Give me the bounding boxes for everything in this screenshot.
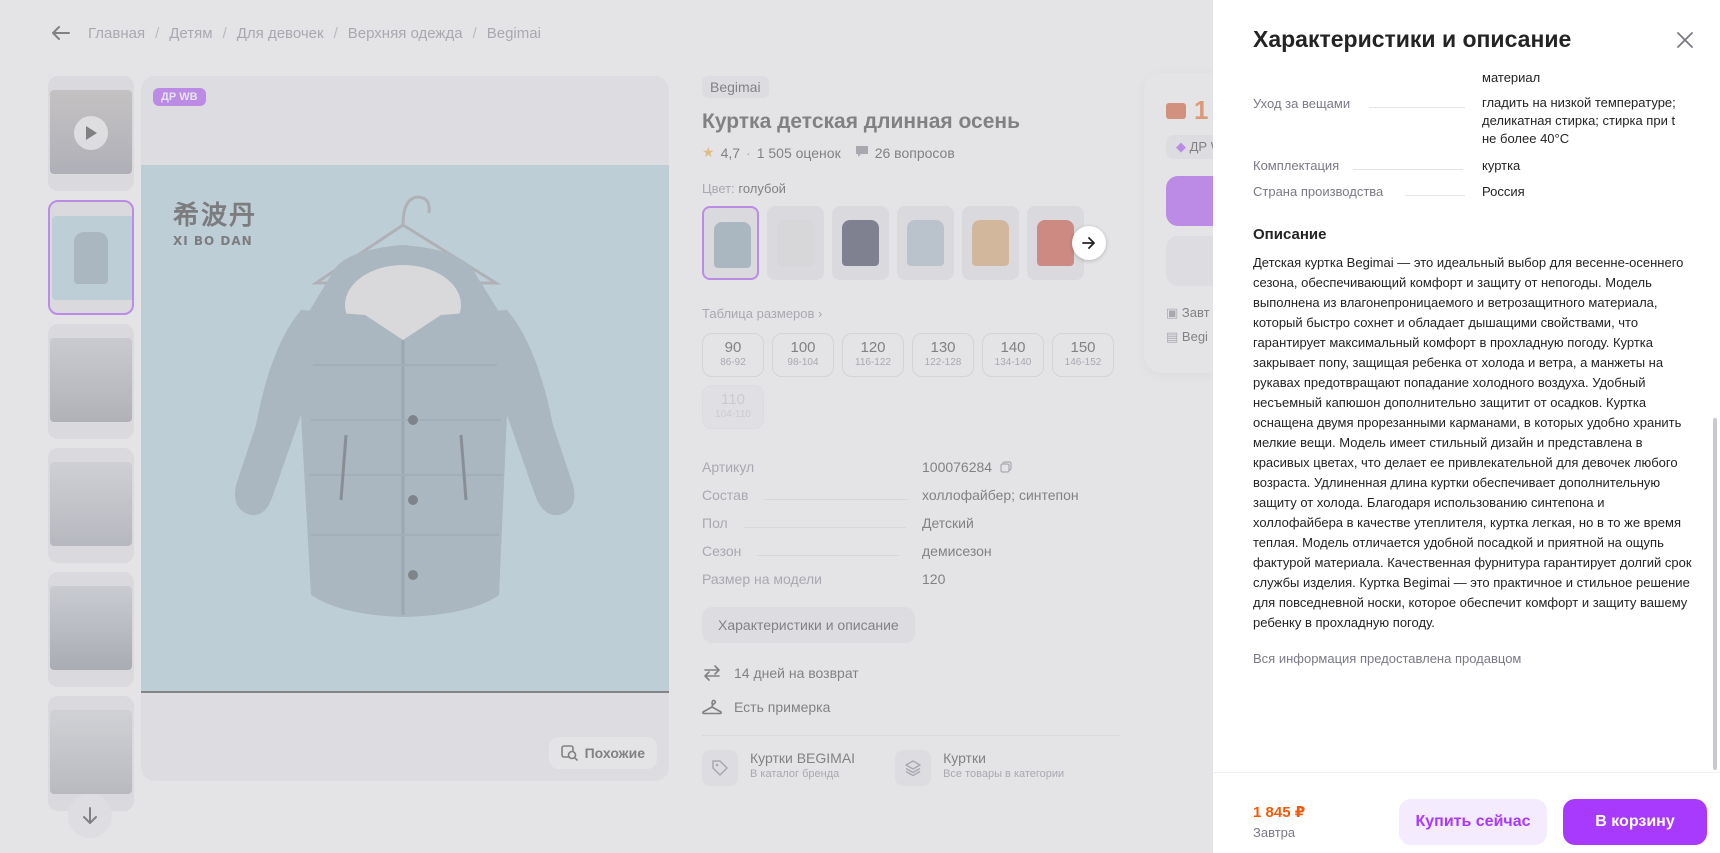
catalog-links: Куртки BEGIMAI В каталог бренда Куртки В…	[702, 750, 1122, 786]
footer-price: 1 845 ₽	[1253, 804, 1306, 821]
spec-row: Размер на модели 120	[702, 571, 946, 587]
thumbnail-image[interactable]	[48, 324, 134, 439]
wallet-icon	[1166, 102, 1186, 119]
category-link[interactable]: Куртки Все товары в категории	[895, 750, 1064, 786]
store-icon: ▤	[1166, 329, 1179, 344]
size-options: 90 86-92 100 98-104 120 116-122 130 122-128 …	[702, 333, 1122, 429]
breadcrumb-item[interactable]: Для девочек	[237, 25, 324, 42]
size-option[interactable]: 120 116-122	[842, 333, 904, 377]
return-feature: 14 дней на возврат	[702, 663, 1122, 683]
fitting-feature: Есть примерка	[702, 697, 1122, 717]
rating-value: 4,7	[720, 144, 741, 161]
product-title: Куртка детская длинная осень	[702, 110, 1020, 133]
description-heading: Описание	[1253, 226, 1327, 243]
diamond-icon: ◆	[1176, 139, 1186, 154]
breadcrumb: Главная / Детям / Для девочек / Верхняя …	[50, 22, 541, 44]
size-option[interactable]: 130 122-128	[912, 333, 974, 377]
add-to-cart-button[interactable]: В корзину	[1563, 799, 1707, 845]
color-value: голубой	[738, 181, 786, 196]
jacket-illustration	[235, 195, 575, 617]
color-swatch[interactable]	[832, 206, 889, 280]
breadcrumb-item[interactable]: Begimai	[487, 25, 541, 42]
image-divider	[141, 691, 669, 693]
drawer-spec-row: материал	[1482, 72, 1541, 85]
scroll-down-icon[interactable]	[68, 794, 112, 838]
breadcrumb-item[interactable]: Главная	[88, 25, 145, 42]
color-swatch[interactable]	[897, 206, 954, 280]
color-swatch[interactable]	[962, 206, 1019, 280]
return-arrows-icon	[702, 663, 722, 683]
rating-dot: ·	[746, 144, 751, 161]
seller-info-note: Вся информация предоставлена продавцом	[1253, 651, 1522, 666]
breadcrumb-item[interactable]: Детям	[169, 25, 212, 42]
box-icon: ▣	[1166, 305, 1179, 320]
product-info: Begimai Куртка детская длинная осень ★ 4…	[702, 76, 1122, 786]
product-photo: 希波丹 XI BO DAN	[141, 165, 669, 691]
brand-catalog-link[interactable]: Куртки BEGIMAI В каталог бренда	[702, 750, 855, 786]
hanger-icon	[702, 697, 722, 717]
breadcrumb-separator: /	[222, 24, 227, 42]
breadcrumb-separator: /	[155, 24, 160, 42]
price-card-seller[interactable]: ▤ Begi	[1166, 329, 1208, 345]
drawer-scrollbar[interactable]	[1713, 418, 1717, 770]
play-icon	[74, 116, 108, 150]
reviews-link[interactable]: 1 505 оценок	[757, 145, 841, 161]
close-icon[interactable]	[1675, 30, 1695, 50]
size-option-unavailable: 110 104-110	[702, 385, 764, 429]
breadcrumb-item[interactable]: Верхняя одежда	[348, 25, 463, 42]
characteristics-button[interactable]: Характеристики и описание	[702, 607, 915, 643]
breadcrumb-separator: /	[472, 24, 477, 42]
size-option[interactable]: 140 134-140	[982, 333, 1044, 377]
color-swatches	[702, 206, 1122, 280]
spec-row: Сезон демисезон	[702, 543, 992, 559]
thumbnail-image[interactable]	[48, 448, 134, 563]
color-label: Цвет:	[702, 181, 735, 196]
breadcrumb-separator: /	[333, 24, 338, 42]
similar-search-icon	[560, 745, 578, 761]
spec-row: Артикул 100076284	[702, 459, 1122, 487]
layers-icon	[895, 750, 932, 786]
description-text: Детская куртка Begimai — это идеальный в…	[1253, 255, 1692, 630]
chevron-right-icon: ›	[818, 306, 823, 321]
thumbnail-strip	[48, 76, 134, 838]
drawer-spec-row: Комплектация куртка	[1253, 158, 1521, 173]
questions-icon	[855, 145, 869, 161]
color-swatch[interactable]	[702, 206, 759, 280]
drawer-body: материал Уход за вещами гладить на низко…	[1253, 72, 1693, 762]
divider	[702, 735, 1120, 736]
size-option[interactable]: 150 146-152	[1052, 333, 1114, 377]
tag-icon	[702, 750, 738, 786]
thumbnail-image[interactable]	[48, 572, 134, 687]
color-row: Цвет: голубой	[702, 181, 1122, 196]
star-icon: ★	[702, 144, 715, 160]
size-option[interactable]: 100 98-104	[772, 333, 834, 377]
spec-row: Состав холлофайбер; синтепон	[702, 487, 1079, 503]
back-arrow-icon[interactable]	[50, 22, 72, 44]
rating-row: ★ 4,7 · 1 505 оценок 26 вопросов	[702, 144, 1122, 161]
promo-badge: ДР WB	[153, 88, 206, 106]
brand-tag[interactable]: Begimai	[702, 76, 769, 98]
questions-link[interactable]: 26 вопросов	[875, 145, 955, 161]
price-card-delivery: ▣ Завт	[1166, 305, 1210, 320]
characteristics-drawer: Характеристики и описание материал Уход …	[1213, 0, 1720, 853]
size-option[interactable]: 90 86-92	[702, 333, 764, 377]
main-product-image[interactable]: 希波丹 XI BO DAN ДР WB Похожие	[141, 76, 669, 781]
drawer-spec-row: Страна производства Россия	[1253, 184, 1525, 199]
similar-label: Похожие	[584, 745, 645, 761]
drawer-footer: 1 845 ₽ Завтра Купить сейчас В корзину	[1213, 772, 1720, 853]
drawer-spec-row: Уход за вещами гладить на низкой темпера…	[1253, 95, 1676, 146]
similar-button[interactable]: Похожие	[548, 737, 657, 769]
size-table-link[interactable]: Таблица размеров ›	[702, 306, 1122, 321]
footer-delivery-date: Завтра	[1253, 825, 1296, 840]
copy-icon[interactable]	[1000, 460, 1012, 476]
thumbnail-image[interactable]	[48, 200, 134, 315]
color-swatch[interactable]	[767, 206, 824, 280]
next-arrow-icon[interactable]	[1072, 226, 1106, 260]
buy-now-button[interactable]: Купить сейчас	[1399, 799, 1547, 845]
spec-list: Артикул 100076284 Состав холлофайбер; си…	[702, 459, 1122, 599]
drawer-title: Характеристики и описание	[1253, 26, 1572, 52]
thumbnail-video[interactable]	[48, 76, 134, 191]
spec-row: Пол Детский	[702, 515, 974, 531]
price-card-price: 1	[1166, 95, 1208, 126]
